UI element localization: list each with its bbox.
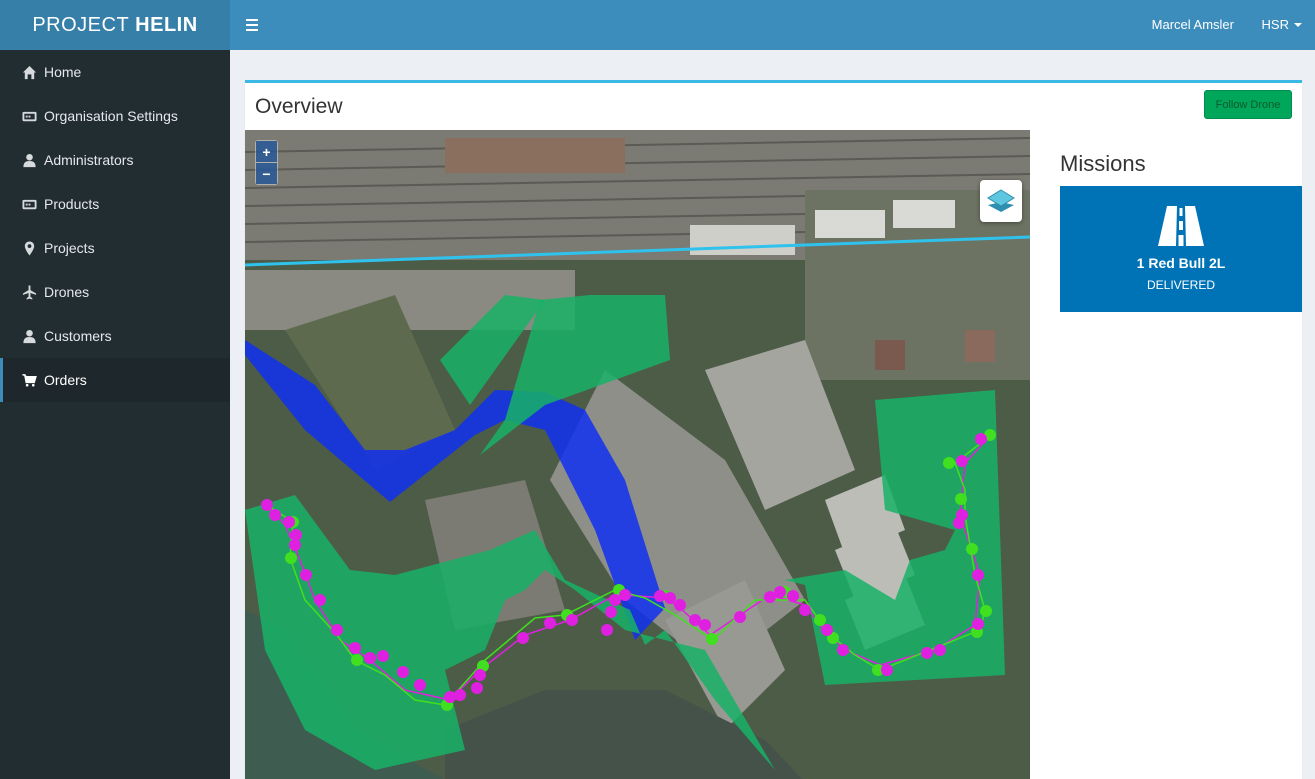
- building: [690, 225, 795, 255]
- sidebar-item-label: Organisation Settings: [44, 108, 178, 124]
- overview-panel: Overview Follow Drone + − Missions 1 Red…: [245, 80, 1302, 779]
- user-icon: [21, 328, 37, 344]
- plane-icon: [21, 284, 37, 300]
- satellite-map[interactable]: + −: [245, 130, 1030, 779]
- zoom-control: + −: [255, 140, 278, 185]
- top-header: Marcel Amsler HSR: [230, 0, 1315, 50]
- road-icon: [1158, 206, 1204, 246]
- organisation-dropdown[interactable]: HSR: [1262, 17, 1302, 32]
- user-menu[interactable]: Marcel Amsler: [1152, 17, 1234, 32]
- map-canvas: [245, 130, 1030, 779]
- missions-title: Missions: [1060, 151, 1146, 176]
- building: [815, 210, 885, 238]
- caret-down-icon: [1294, 22, 1302, 27]
- settings-box-icon: [21, 108, 37, 124]
- layers-icon: [987, 189, 1015, 212]
- sidebar-item-label: Customers: [44, 328, 112, 344]
- station-roof: [445, 138, 625, 173]
- follow-drone-button[interactable]: Follow Drone: [1204, 90, 1292, 119]
- building: [893, 200, 955, 228]
- map-marker-icon: [21, 240, 37, 256]
- mission-status: DELIVERED: [1146, 278, 1216, 292]
- home-icon: [21, 64, 37, 80]
- app-logo[interactable]: PROJECT HELIN: [0, 0, 230, 50]
- sidebar-item-label: Products: [44, 196, 100, 212]
- page-title: Overview: [255, 95, 343, 118]
- sidebar-item-products[interactable]: Products: [0, 182, 230, 226]
- mission-name: 1 Red Bull 2L: [1136, 255, 1226, 271]
- sidebar-item-drones[interactable]: Drones: [0, 270, 230, 314]
- sidebar-item-label: Projects: [44, 240, 95, 256]
- sidebar-item-label: Drones: [44, 284, 90, 300]
- product-box-icon: [21, 196, 37, 212]
- sidebar-item-administrators[interactable]: Administrators: [0, 138, 230, 182]
- sidebar-item-customers[interactable]: Customers: [0, 314, 230, 358]
- sidebar-item-organisation-settings[interactable]: Organisation Settings: [0, 94, 230, 138]
- cart-icon: [21, 372, 37, 388]
- user-icon: [21, 152, 37, 168]
- sidebar: PROJECT HELIN Home Organisation Settings…: [0, 0, 230, 779]
- building: [965, 330, 995, 362]
- sidebar-nav: Home Organisation Settings Administrator…: [0, 50, 230, 402]
- sidebar-item-projects[interactable]: Projects: [0, 226, 230, 270]
- sidebar-item-orders[interactable]: Orders: [0, 358, 230, 402]
- sidebar-item-label: Administrators: [44, 152, 134, 168]
- organisation-label: HSR: [1261, 17, 1289, 32]
- sidebar-item-home[interactable]: Home: [0, 50, 230, 94]
- mission-card[interactable]: 1 Red Bull 2L DELIVERED: [1060, 186, 1302, 312]
- menu-toggle-icon[interactable]: [246, 19, 258, 31]
- sidebar-item-label: Orders: [44, 372, 87, 388]
- building: [875, 340, 905, 370]
- zoom-out-button[interactable]: −: [256, 163, 277, 184]
- layer-switcher-button[interactable]: [980, 180, 1022, 222]
- zoom-in-button[interactable]: +: [256, 141, 277, 162]
- sidebar-item-label: Home: [44, 64, 82, 80]
